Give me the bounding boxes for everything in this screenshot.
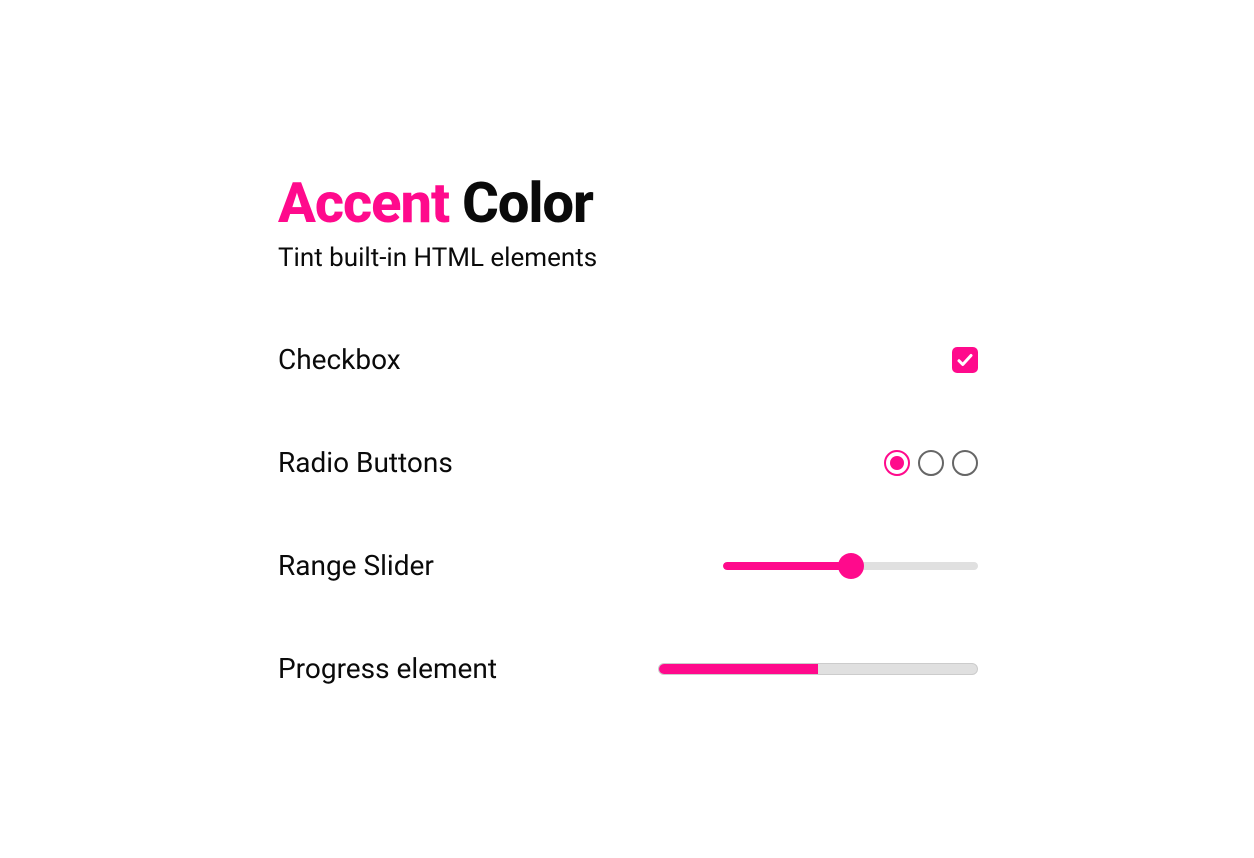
range-controls — [723, 551, 978, 581]
checkbox-label: Checkbox — [278, 343, 401, 376]
progress-row: Progress element — [278, 652, 978, 685]
check-icon — [956, 351, 974, 369]
range-slider[interactable] — [723, 551, 978, 581]
range-row: Range Slider — [278, 549, 978, 582]
radio-option-2[interactable] — [918, 450, 944, 476]
checkbox-input[interactable] — [952, 347, 978, 373]
range-label: Range Slider — [278, 549, 434, 582]
title-accent-word: Accent — [278, 170, 449, 236]
slider-fill — [723, 562, 851, 570]
checkbox-controls — [952, 347, 978, 373]
radio-option-3[interactable] — [952, 450, 978, 476]
progress-label: Progress element — [278, 652, 497, 685]
radio-option-1[interactable] — [884, 450, 910, 476]
progress-bar — [658, 663, 978, 675]
progress-fill — [659, 664, 818, 674]
radio-row: Radio Buttons — [278, 446, 978, 479]
slider-thumb[interactable] — [838, 553, 864, 579]
page-title: Accent Color — [278, 175, 978, 231]
checkbox-row: Checkbox — [278, 343, 978, 376]
radio-group — [884, 450, 978, 476]
title-second-word: Color — [462, 170, 593, 236]
page-subtitle: Tint built-in HTML elements — [278, 243, 978, 273]
radio-label: Radio Buttons — [278, 446, 453, 479]
main-container: Accent Color Tint built-in HTML elements… — [278, 175, 978, 685]
progress-controls — [658, 663, 978, 675]
